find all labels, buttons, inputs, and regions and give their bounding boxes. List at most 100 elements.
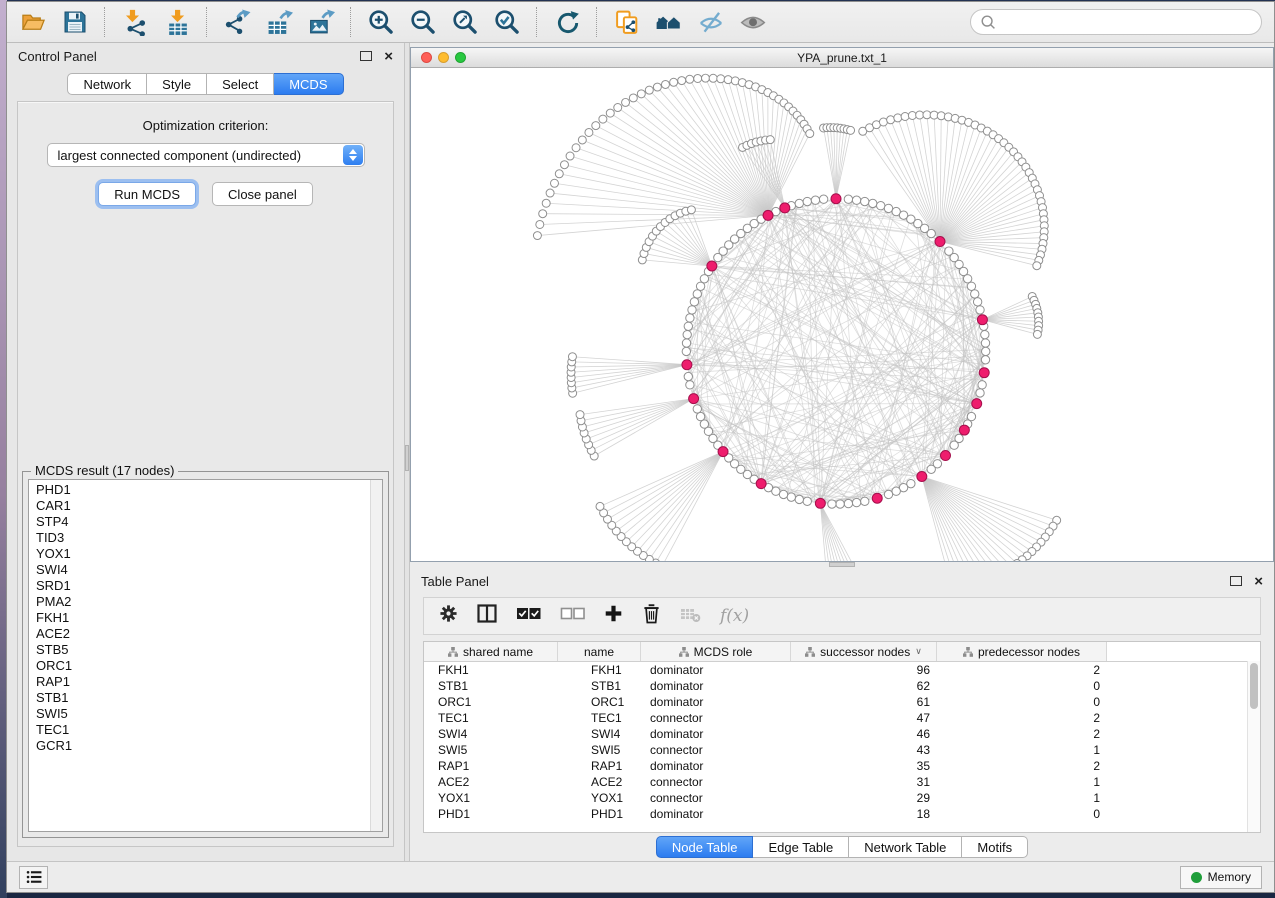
mcds-result-list[interactable]: PHD1CAR1STP4TID3YOX1SWI4SRD1PMA2FKH1ACE2…: [28, 479, 383, 832]
ring-node[interactable]: [696, 412, 704, 420]
deselect-all-columns-button[interactable]: [560, 606, 585, 626]
export-table-button[interactable]: [261, 5, 297, 39]
mcds-result-item[interactable]: SWI5: [29, 706, 382, 722]
ring-node[interactable]: [787, 493, 795, 501]
tab-style[interactable]: Style: [147, 73, 207, 95]
leaf-node[interactable]: [614, 104, 622, 112]
leaf-node[interactable]: [596, 502, 604, 510]
mcds-hub-node[interactable]: [707, 261, 717, 271]
network-window-titlebar[interactable]: YPA_prune.txt_1: [411, 48, 1273, 68]
leaf-node[interactable]: [568, 353, 576, 361]
ring-node[interactable]: [884, 490, 892, 498]
close-panel-icon[interactable]: ×: [384, 49, 393, 64]
ring-node[interactable]: [869, 199, 877, 207]
mcds-hub-node[interactable]: [972, 399, 982, 409]
mcds-hub-node[interactable]: [977, 315, 987, 325]
memory-button[interactable]: Memory: [1180, 866, 1262, 889]
table-row[interactable]: TEC1TEC1connector472: [424, 710, 1260, 726]
table-scrollbar[interactable]: [1247, 661, 1260, 832]
mcds-result-item[interactable]: PMA2: [29, 594, 382, 610]
leaf-node[interactable]: [542, 199, 550, 207]
leaf-node[interactable]: [686, 75, 694, 83]
ring-node[interactable]: [684, 322, 692, 330]
column-header-name[interactable]: name: [558, 642, 641, 661]
ring-node[interactable]: [852, 498, 860, 506]
ring-node[interactable]: [927, 465, 935, 473]
table-tab-edge-table[interactable]: Edge Table: [753, 836, 849, 858]
ring-node[interactable]: [688, 306, 696, 314]
column-header-predecessor-nodes[interactable]: predecessor nodes: [937, 642, 1107, 661]
clone-network-button[interactable]: [609, 5, 645, 39]
leaf-node[interactable]: [592, 122, 600, 130]
scrollbar-thumb[interactable]: [1250, 663, 1258, 709]
leaf-node[interactable]: [916, 111, 924, 119]
import-network-button[interactable]: [117, 5, 153, 39]
leaf-node[interactable]: [908, 112, 916, 120]
ring-node[interactable]: [971, 290, 979, 298]
ring-node[interactable]: [683, 330, 691, 338]
open-file-button[interactable]: [15, 5, 51, 39]
ring-node[interactable]: [877, 202, 885, 210]
leaf-node[interactable]: [539, 210, 547, 218]
table-row[interactable]: ORC1ORC1dominator610: [424, 694, 1260, 710]
mcds-result-item[interactable]: SRD1: [29, 578, 382, 594]
ring-node[interactable]: [836, 500, 844, 508]
ring-node[interactable]: [795, 199, 803, 207]
ring-node[interactable]: [981, 356, 989, 364]
mcds-hub-node[interactable]: [763, 210, 773, 220]
column-header-MCDS-role[interactable]: MCDS role: [641, 642, 791, 661]
leaf-node[interactable]: [572, 144, 580, 152]
ring-node[interactable]: [950, 441, 958, 449]
horizontal-splitter[interactable]: [410, 562, 1274, 568]
ring-node[interactable]: [861, 497, 869, 505]
zoom-selected-button[interactable]: [489, 5, 525, 39]
leaf-node[interactable]: [622, 98, 630, 106]
ring-node[interactable]: [978, 381, 986, 389]
leaf-node[interactable]: [536, 220, 544, 228]
mcds-result-item[interactable]: GCR1: [29, 738, 382, 754]
leaf-node[interactable]: [533, 232, 541, 240]
mcds-hub-node[interactable]: [917, 471, 927, 481]
leaf-node[interactable]: [637, 90, 645, 98]
export-image-button[interactable]: [303, 5, 339, 39]
ring-node[interactable]: [976, 389, 984, 397]
leaf-node[interactable]: [847, 126, 855, 134]
table-settings-button[interactable]: [439, 604, 458, 628]
table-row[interactable]: SWI5SWI5connector431: [424, 742, 1260, 758]
table-row[interactable]: PHD1PHD1dominator180: [424, 806, 1260, 822]
zoom-fit-button[interactable]: [447, 5, 483, 39]
splitter-grip[interactable]: [829, 562, 855, 567]
leaf-node[interactable]: [661, 80, 669, 88]
ring-node[interactable]: [861, 197, 869, 205]
ring-node[interactable]: [976, 306, 984, 314]
float-panel-icon[interactable]: [1230, 576, 1242, 586]
optimization-criterion-select[interactable]: largest connected component (undirected): [47, 143, 365, 167]
mcds-hub-node[interactable]: [872, 493, 882, 503]
table-row[interactable]: RAP1RAP1dominator352: [424, 758, 1260, 774]
leaf-node[interactable]: [694, 74, 702, 82]
mcds-result-item[interactable]: ACE2: [29, 626, 382, 642]
mcds-result-item[interactable]: STB5: [29, 642, 382, 658]
leaf-node[interactable]: [1033, 330, 1041, 338]
table-tab-motifs[interactable]: Motifs: [962, 836, 1028, 858]
table-row[interactable]: FKH1FKH1dominator962: [424, 662, 1260, 678]
leaf-node[interactable]: [560, 161, 568, 169]
ring-node[interactable]: [884, 204, 892, 212]
ring-node[interactable]: [892, 487, 900, 495]
ring-node[interactable]: [682, 339, 690, 347]
leaf-node[interactable]: [653, 83, 661, 91]
mcds-result-item[interactable]: YOX1: [29, 546, 382, 562]
ring-node[interactable]: [982, 347, 990, 355]
leaf-node[interactable]: [1033, 262, 1041, 270]
ring-node[interactable]: [828, 500, 836, 508]
mcds-result-item[interactable]: ORC1: [29, 658, 382, 674]
leaf-node[interactable]: [546, 189, 554, 197]
leaf-node[interactable]: [606, 109, 614, 117]
table-tab-network-table[interactable]: Network Table: [849, 836, 962, 858]
leaf-node[interactable]: [687, 206, 695, 214]
ring-node[interactable]: [844, 499, 852, 507]
leaf-node[interactable]: [555, 170, 563, 178]
ring-node[interactable]: [795, 495, 803, 503]
ring-node[interactable]: [852, 196, 860, 204]
mcds-result-item[interactable]: STP4: [29, 514, 382, 530]
